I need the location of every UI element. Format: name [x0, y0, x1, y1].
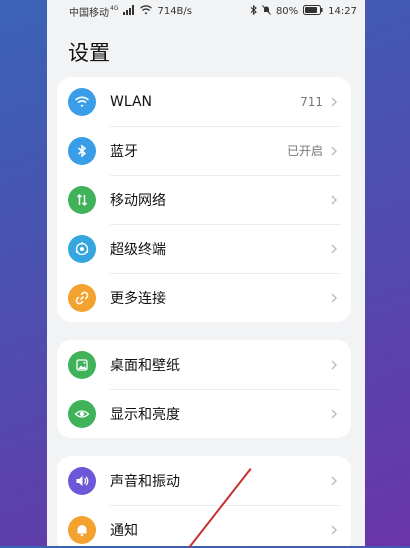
settings-screen: 中国移动 4G 714B/s 80% 14:27 设置 WLAN 711 蓝牙 … — [47, 0, 365, 546]
wifi-status-icon — [140, 4, 153, 18]
chevron-right-icon — [331, 195, 337, 204]
row-value: 已开启 — [286, 144, 323, 158]
bell-icon — [68, 515, 96, 544]
row-label: 超级终端 — [110, 241, 166, 258]
link-icon — [68, 283, 96, 312]
chevron-right-icon — [331, 409, 337, 418]
network-speed: 714B/s — [157, 5, 192, 17]
battery-icon — [303, 4, 323, 18]
mute-bell-icon — [262, 4, 271, 18]
wallpaper-icon — [68, 350, 96, 379]
row-label: 通知 — [110, 522, 138, 539]
eye-icon — [68, 399, 96, 428]
chevron-right-icon — [331, 293, 337, 302]
row-super-device[interactable]: 超级终端 — [57, 224, 351, 273]
bluetooth-status-icon — [250, 4, 257, 18]
chevron-right-icon — [331, 525, 337, 534]
chevron-right-icon — [331, 476, 337, 485]
row-wlan[interactable]: WLAN 711 — [57, 77, 351, 126]
speaker-icon — [68, 466, 96, 495]
row-value: 711 — [300, 94, 323, 109]
row-label: 声音和振动 — [110, 473, 180, 490]
network-badge: 4G — [110, 4, 119, 12]
row-more-connections[interactable]: 更多连接 — [57, 273, 351, 322]
row-label: 移动网络 — [110, 192, 166, 209]
page-title: 设置 — [68, 41, 110, 65]
display-card: 桌面和壁纸 显示和亮度 — [57, 340, 351, 438]
row-label: 桌面和壁纸 — [110, 357, 180, 374]
row-label: 更多连接 — [110, 290, 166, 307]
super-device-icon — [68, 234, 96, 263]
connections-card: WLAN 711 蓝牙 已开启 移动网络 超级终端 更多连接 — [57, 77, 351, 322]
carrier-name: 中国移动 — [69, 7, 109, 19]
sound-card: 声音和振动 通知 — [57, 456, 351, 546]
chevron-right-icon — [331, 360, 337, 369]
row-mobile-network[interactable]: 移动网络 — [57, 175, 351, 224]
signal-icon — [123, 4, 135, 18]
bluetooth-icon — [68, 136, 96, 165]
row-sound-vibration[interactable]: 声音和振动 — [57, 456, 351, 505]
row-label: 蓝牙 — [110, 143, 138, 160]
battery-percent: 80% — [275, 5, 299, 17]
mobile-network-icon — [68, 185, 96, 214]
row-label: 显示和亮度 — [110, 406, 180, 423]
row-label: WLAN — [110, 93, 153, 110]
row-bluetooth[interactable]: 蓝牙 已开启 — [57, 126, 351, 175]
chevron-right-icon — [331, 97, 337, 106]
row-wallpaper[interactable]: 桌面和壁纸 — [57, 340, 351, 389]
row-display-brightness[interactable]: 显示和亮度 — [57, 389, 351, 438]
chevron-right-icon — [331, 146, 337, 155]
wifi-icon — [68, 87, 96, 116]
clock: 14:27 — [328, 5, 357, 17]
chevron-right-icon — [331, 244, 337, 253]
status-bar: 中国移动 4G 714B/s 80% 14:27 — [47, 0, 365, 22]
